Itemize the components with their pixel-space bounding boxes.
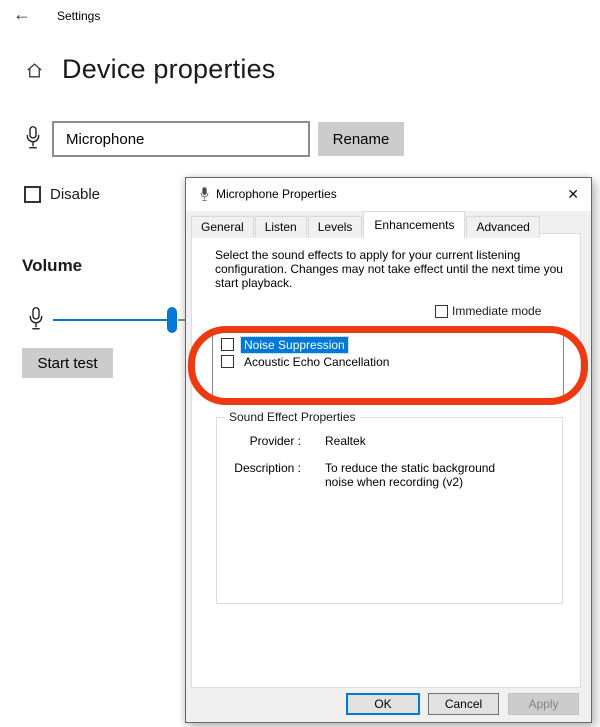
home-icon bbox=[25, 61, 44, 80]
provider-label: Provider : bbox=[217, 434, 301, 448]
acoustic-echo-cancellation-label: Acoustic Echo Cancellation bbox=[241, 354, 392, 370]
dialog-button-row: OK Cancel Apply bbox=[186, 693, 591, 717]
description-row: Description : To reduce the static backg… bbox=[217, 461, 562, 489]
tab-levels[interactable]: Levels bbox=[308, 216, 363, 238]
sound-effect-properties-title: Sound Effect Properties bbox=[225, 410, 360, 424]
enhancements-tab-panel: Select the sound effects to apply for yo… bbox=[191, 233, 581, 688]
description-label: Description : bbox=[217, 461, 301, 489]
effects-listbox: Noise Suppression Acoustic Echo Cancella… bbox=[212, 332, 564, 399]
volume-heading: Volume bbox=[22, 256, 82, 276]
provider-value: Realtek bbox=[325, 434, 507, 448]
provider-row: Provider : Realtek bbox=[217, 434, 562, 448]
acoustic-echo-cancellation-checkbox[interactable] bbox=[221, 355, 234, 368]
disable-label: Disable bbox=[50, 186, 100, 203]
microphone-icon bbox=[199, 186, 210, 203]
noise-suppression-label: Noise Suppression bbox=[241, 337, 348, 353]
dialog-tabs: General Listen Levels Enhancements Advan… bbox=[191, 214, 541, 238]
close-icon[interactable]: ✕ bbox=[567, 185, 579, 203]
immediate-mode-checkbox[interactable] bbox=[435, 305, 448, 318]
immediate-mode-label: Immediate mode bbox=[452, 304, 541, 318]
tab-listen[interactable]: Listen bbox=[255, 216, 307, 238]
tab-general[interactable]: General bbox=[191, 216, 254, 238]
sound-effect-properties-group: Sound Effect Properties Provider : Realt… bbox=[216, 417, 563, 604]
page-title: Device properties bbox=[62, 54, 276, 85]
volume-slider-track[interactable] bbox=[53, 319, 170, 321]
microphone-icon bbox=[27, 304, 45, 334]
dialog-title: Microphone Properties bbox=[216, 187, 337, 201]
description-value: To reduce the static background noise wh… bbox=[325, 461, 507, 489]
noise-suppression-checkbox[interactable] bbox=[221, 338, 234, 351]
microphone-properties-dialog: Microphone Properties ✕ General Listen L… bbox=[185, 177, 592, 723]
rename-button[interactable]: Rename bbox=[318, 122, 404, 156]
apply-button: Apply bbox=[508, 693, 579, 715]
disable-checkbox[interactable] bbox=[24, 186, 41, 203]
tab-advanced[interactable]: Advanced bbox=[466, 216, 539, 238]
back-icon[interactable]: ← bbox=[13, 4, 31, 25]
list-item-acoustic-echo-cancellation[interactable]: Acoustic Echo Cancellation bbox=[213, 353, 563, 370]
device-name-input[interactable] bbox=[52, 121, 310, 157]
tab-enhancements[interactable]: Enhancements bbox=[363, 211, 465, 239]
list-item-noise-suppression[interactable]: Noise Suppression bbox=[213, 336, 563, 353]
enhancements-intro-text: Select the sound effects to apply for yo… bbox=[215, 248, 570, 290]
app-title: Settings bbox=[57, 9, 100, 23]
ok-button[interactable]: OK bbox=[346, 693, 420, 715]
volume-slider-thumb[interactable] bbox=[167, 307, 177, 333]
cancel-button[interactable]: Cancel bbox=[428, 693, 499, 715]
dialog-titlebar[interactable]: Microphone Properties ✕ bbox=[186, 178, 591, 211]
microphone-icon bbox=[24, 123, 42, 153]
immediate-mode-row: Immediate mode bbox=[435, 304, 541, 318]
start-test-button[interactable]: Start test bbox=[22, 348, 113, 378]
